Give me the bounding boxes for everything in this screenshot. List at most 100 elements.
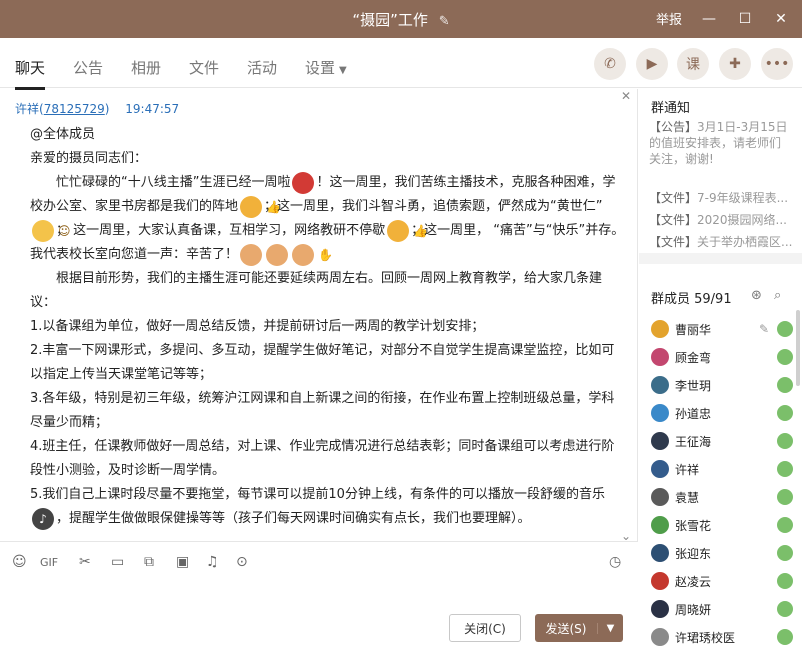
avatar [651,348,669,366]
member-item[interactable]: 曹丽华 ✎ [651,316,793,342]
bell-icon[interactable]: ♫ [206,554,219,570]
scissors-icon[interactable]: ✂ [79,554,91,570]
avatar [651,544,669,562]
member-role-icon [777,461,793,477]
send-button[interactable]: 发送(S) ▼ [535,614,623,642]
rose-emoji-icon: ✿ [292,171,329,194]
member-name: 王征海 [675,434,712,449]
clap-emoji-icon: ✋ [266,243,307,266]
avatar [651,460,669,478]
emoji-icon[interactable]: ☺ [12,554,27,570]
message-paragraph: 忙忙碌碌的“十八线主播”生涯已经一周啦 ✿！这一周里，我们苦练主播技术，克服各种困… [30,171,625,267]
tab-settings[interactable]: 设置 ▼ [305,57,347,78]
message-paragraph: 5.我们自己上课时段尽量不要拖堂，每节课可以提前10分钟上线，有条件的可以播放一… [30,483,625,531]
announcement[interactable]: 【公告】3月1日-3月15日 的值班安排表，请老师们 关注，谢谢! [649,119,795,167]
member-item[interactable]: 袁慧 [651,484,793,510]
message-text: ； 这一周里，大家认真备课，互相学习，网络教研不停歇 [56,223,386,238]
message-body: @全体成员 亲爱的摄员同志们： 忙忙碌碌的“十八线主播”生涯已经一周啦 ✿！这一周… [30,123,625,531]
video-icon[interactable]: ▶ [636,48,668,80]
member-name: 孙道忠 [675,406,712,421]
avatar [651,600,669,618]
member-role-icon [777,573,793,589]
chevron-down-icon[interactable]: ⌄ [621,529,631,541]
file-item[interactable]: 【文件】关于举办栖霞区... [649,231,795,253]
member-item[interactable]: 周晓妍 [651,596,793,622]
message-paragraph: 根据目前形势，我们的主播生涯可能还要延续两周左右。回顾一周网上教育教学，给大家几… [30,271,603,310]
search-icon[interactable]: ⌕ [774,288,781,303]
message-line: 3.各年级，特别是初三年级，统筹沪江网课和自上新课之间的衔接，在作业布置上控制班… [30,391,615,430]
close-button[interactable]: 关闭(C) [449,614,521,642]
screenshot-icon[interactable]: ⧉ [144,554,154,570]
file-item[interactable]: 【文件】7-9年级课程表... [649,187,795,209]
member-name: 许珺琇校医 [675,630,736,645]
announcement-text: 的值班安排表，请老师们 [649,136,782,150]
file-tag: 【文件】 [649,235,698,249]
clap-emoji-icon: ✋ [292,243,333,266]
file-tag: 【文件】 [649,213,698,227]
sender-name[interactable]: 许祥( [15,102,44,116]
member-role-icon [777,629,793,645]
member-role-icon [777,517,793,533]
more-icon[interactable]: ••• [761,48,793,80]
avatar [651,432,669,450]
message-text: ，提醒学生做做眼保健操等等（孩子们每天网课时间确实有点长，我们也要理解）。 [56,511,531,526]
member-role-icon [777,321,793,337]
avatar [651,320,669,338]
tab-album[interactable]: 相册 [131,57,161,78]
tab-activity[interactable]: 活动 [247,57,277,78]
chat-area: ✕ 许祥(78125729) 19:47:57 @全体成员 亲爱的摄员同志们： … [0,89,638,541]
close-icon[interactable]: ✕ [772,11,790,27]
send-options-chevron-icon[interactable]: ▼ [597,622,623,634]
title-bar: “摄园”工作 ✎ 举报 — ☐ ✕ [0,0,802,38]
chevron-down-icon: ▼ [339,65,347,76]
member-name: 顾金弯 [675,350,712,365]
tab-chat[interactable]: 聊天 [15,57,46,90]
history-icon[interactable]: ◷ [609,554,621,570]
member-name: 许祥 [675,462,700,477]
member-role-icon [777,377,793,393]
member-item[interactable]: 顾金弯 [651,344,793,370]
image-icon[interactable]: ▣ [176,554,189,570]
avatar [651,404,669,422]
file-item[interactable]: 【文件】2020摄园网络... [649,209,795,231]
member-item[interactable]: 许珺琇校医 [651,624,793,650]
member-role-icon [777,601,793,617]
member-item[interactable]: 张迎东 [651,540,793,566]
gif-icon[interactable]: GIF [40,556,58,569]
minimize-icon[interactable]: — [700,11,718,27]
member-item[interactable]: 王征海 [651,428,793,454]
file-name: 关于举办栖霞区... [697,235,793,249]
report-link[interactable]: 举报 [656,9,682,28]
smile-emoji-icon: ☺ [32,219,71,242]
member-sort-icon[interactable]: ⊛ [751,288,762,303]
message-text: 忙忙碌碌的“十八线主播”生涯已经一周啦 [56,175,291,190]
edit-icon[interactable]: ✎ [759,322,769,336]
message-text: 5.我们自己上课时段尽量不要拖堂，每节课可以提前10分钟上线，有条件的可以播放一… [30,487,605,502]
sender-suffix: ) [104,102,110,116]
tab-files[interactable]: 文件 [189,57,219,78]
member-item[interactable]: 赵凌云 [651,568,793,594]
thumbs-up-emoji-icon: 👍 [240,195,281,218]
member-item[interactable]: 孙道忠 [651,400,793,426]
close-message-icon[interactable]: ✕ [621,89,631,103]
folder-icon[interactable]: ▭ [111,554,124,570]
phone-icon[interactable]: ✆ [594,48,626,80]
member-name: 张雪花 [675,518,712,533]
maximize-icon[interactable]: ☐ [736,11,754,27]
member-item[interactable]: 李世玥 [651,372,793,398]
more-options-icon[interactable]: ⊙ [236,554,248,570]
member-item[interactable]: 张雪花 [651,512,793,538]
member-name: 赵凌云 [675,574,712,589]
edit-title-icon[interactable]: ✎ [439,14,450,29]
scrollbar[interactable] [796,310,800,386]
member-role-icon [777,349,793,365]
members-title: 群成员 59/91 [651,292,732,307]
member-name: 袁慧 [675,490,700,505]
comment-icon[interactable]: ✚ [719,48,751,80]
avatar [651,488,669,506]
window-title: “摄园”工作 [352,11,428,29]
tab-announcement[interactable]: 公告 [73,57,103,78]
course-icon[interactable]: 课 [677,48,709,80]
member-item[interactable]: 许祥 [651,456,793,482]
sender-id[interactable]: 78125729 [44,102,105,116]
